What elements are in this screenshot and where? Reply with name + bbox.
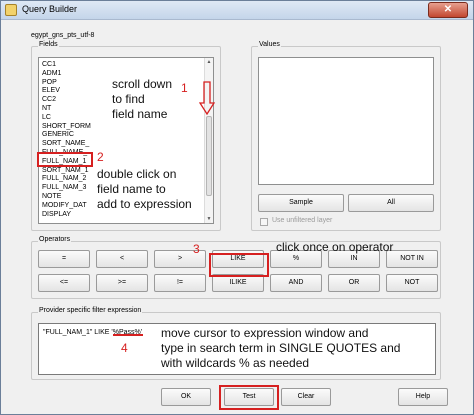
operators-label: Operators: [38, 236, 72, 243]
field-item[interactable]: SHORT_FORM: [42, 123, 91, 131]
unfiltered-label: Use unfiltered layer: [272, 217, 333, 224]
field-item[interactable]: POP: [42, 79, 57, 87]
annotation-box-field: [37, 152, 93, 167]
field-item[interactable]: MODIFY_DAT: [42, 202, 87, 210]
field-item[interactable]: NOTE: [42, 193, 61, 201]
note-scroll-line-1: scroll down: [112, 77, 173, 91]
field-item[interactable]: FULL_NAM_2: [42, 175, 86, 183]
fields-label: Fields: [38, 41, 59, 48]
scroll-thumb[interactable]: [206, 116, 212, 196]
note-operator: click once on operator: [276, 240, 394, 254]
field-item[interactable]: GENERIC: [42, 131, 74, 139]
window-title: Query Builder: [22, 4, 78, 14]
filter-label: Provider specific filter expression: [38, 307, 143, 314]
annotation-number-1: 1: [181, 81, 188, 95]
field-item[interactable]: CC2: [42, 96, 56, 104]
ok-button[interactable]: OK: [161, 388, 211, 406]
annotation-box-test: [219, 385, 279, 410]
operator-button[interactable]: NOT: [386, 274, 438, 292]
app-icon: [5, 4, 17, 16]
all-button[interactable]: All: [348, 194, 434, 212]
scroll-down-icon[interactable]: ▼: [205, 215, 213, 223]
annotation-number-3: 3: [193, 242, 200, 256]
annotation-box-like: [209, 253, 269, 277]
operator-button[interactable]: !=: [154, 274, 206, 292]
field-item[interactable]: SORT_NAM_1: [42, 167, 89, 175]
scroll-up-icon[interactable]: ▲: [205, 58, 213, 66]
field-item[interactable]: SORT_NAME_: [42, 140, 89, 148]
note-double-click-line-3: add to expression: [97, 197, 192, 211]
help-button[interactable]: Help: [398, 388, 448, 406]
note-scroll-line-2: to find: [112, 92, 145, 106]
operator-button[interactable]: <: [96, 250, 148, 268]
note-expression: move cursor to expression window and typ…: [161, 326, 400, 371]
close-button[interactable]: ✕: [428, 2, 468, 18]
note-expression-line-2: type in search term in SINGLE QUOTES and: [161, 341, 401, 355]
field-item[interactable]: CC1: [42, 61, 56, 69]
note-double-click: double click on field name to add to exp…: [97, 167, 192, 212]
layer-name: egypt_gns_pts_utf-8: [31, 32, 95, 39]
unfiltered-checkbox[interactable]: [260, 218, 268, 226]
note-double-click-line-1: double click on: [97, 167, 177, 181]
field-item[interactable]: NT: [42, 105, 51, 113]
field-item[interactable]: ELEV: [42, 87, 60, 95]
values-label: Values: [258, 41, 281, 48]
clear-button[interactable]: Clear: [281, 388, 331, 406]
values-group: Values Sample All Use unfiltered layer: [251, 41, 441, 231]
note-expression-line-1: move cursor to expression window and: [161, 326, 369, 340]
note-scroll-line-3: field name: [112, 107, 168, 121]
operator-button[interactable]: >=: [96, 274, 148, 292]
operator-button[interactable]: NOT IN: [386, 250, 438, 268]
values-list[interactable]: [258, 57, 434, 185]
field-item[interactable]: ADM1: [42, 70, 61, 78]
operator-button[interactable]: OR: [328, 274, 380, 292]
note-double-click-line-2: field name to: [97, 182, 166, 196]
field-item[interactable]: LC: [42, 114, 51, 122]
note-expression-line-3: with wildcards % as needed: [161, 356, 310, 370]
annotation-number-4: 4: [121, 341, 128, 355]
operator-button[interactable]: <=: [38, 274, 90, 292]
field-item[interactable]: FULL_NAM_3: [42, 184, 86, 192]
sample-button[interactable]: Sample: [258, 194, 344, 212]
annotation-underline-expression: [113, 334, 143, 336]
annotation-number-2: 2: [97, 150, 104, 164]
scroll-down-arrow-icon: [199, 81, 215, 115]
query-builder-window: Query Builder ✕ egypt_gns_pts_utf-8 Fiel…: [0, 0, 474, 415]
operator-button[interactable]: =: [38, 250, 90, 268]
note-scroll: scroll down to find field name: [112, 77, 172, 122]
field-item[interactable]: DISPLAY: [42, 211, 71, 219]
operator-button[interactable]: AND: [270, 274, 322, 292]
title-bar[interactable]: Query Builder ✕: [1, 1, 473, 20]
